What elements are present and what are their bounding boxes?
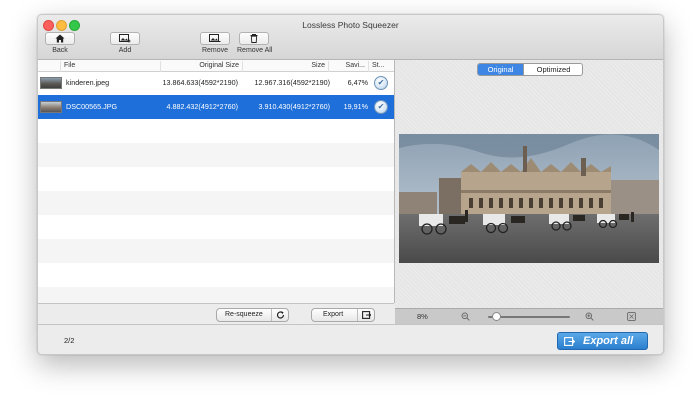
empty-row (38, 239, 394, 263)
new-size: 3.910.430(4912*2760) (258, 102, 330, 111)
resqueeze-label: Re-squeeze (225, 311, 263, 318)
thumbnail-image (40, 101, 62, 113)
resqueeze-button[interactable]: Re-squeeze (216, 308, 289, 322)
add-button[interactable] (110, 32, 140, 45)
back-label: Back (52, 47, 68, 54)
checkmark-icon: ✔ (374, 76, 388, 90)
zoom-bar: 8% (395, 308, 663, 325)
home-icon (55, 34, 65, 43)
title-bar: Lossless Photo Squeezer Back Add Remove … (38, 15, 663, 60)
refresh-icon (271, 309, 288, 321)
remove-button[interactable] (200, 32, 230, 45)
window-title: Lossless Photo Squeezer (302, 20, 399, 30)
original-size: 13.864.633(4592*2190) (162, 78, 238, 87)
remove-all-tool[interactable]: Remove All (237, 32, 273, 54)
zoom-out-icon[interactable] (461, 312, 470, 321)
add-tool[interactable]: Add (109, 32, 141, 54)
export-button[interactable]: Export (311, 308, 375, 322)
export-all-icon (564, 337, 575, 346)
remove-all-button[interactable] (239, 32, 269, 45)
export-all-label: Export all (583, 335, 634, 347)
fit-to-window-icon[interactable] (627, 312, 636, 321)
thumbnail-image (40, 77, 62, 89)
add-photo-icon (119, 34, 131, 43)
add-label: Add (118, 47, 132, 54)
table-row[interactable]: DSC00565.JPG 4.882.432(4912*2760) 3.910.… (38, 95, 394, 119)
savings-value: 6,47% (347, 78, 368, 87)
export-label: Export (323, 311, 344, 318)
checkmark-icon: ✔ (374, 100, 388, 114)
empty-row (38, 287, 394, 303)
preview-mode-toggle: Original Optimized (477, 63, 583, 76)
trash-icon (250, 34, 258, 43)
remove-tool[interactable]: Remove (200, 32, 230, 54)
tab-original[interactable]: Original (478, 64, 523, 75)
empty-row (38, 263, 394, 287)
back-button[interactable] (45, 32, 75, 45)
original-size: 4.882.432(4912*2760) (166, 102, 238, 111)
file-table: File Original Size Size Savi... St... ki… (38, 60, 395, 303)
zoom-slider[interactable] (488, 312, 570, 321)
file-name: kinderen.jpeg (66, 78, 110, 87)
back-tool[interactable]: Back (45, 32, 75, 54)
new-size: 12.967.316(4592*2190) (254, 78, 330, 87)
file-count: 2/2 (64, 336, 75, 345)
table-row[interactable]: kinderen.jpeg 13.864.633(4592*2190) 12.9… (38, 71, 394, 95)
preview-image (399, 134, 659, 263)
export-icon (357, 309, 374, 321)
preview-pane: Original Optimized 8% (395, 60, 663, 325)
empty-row (38, 215, 394, 239)
app-window: Lossless Photo Squeezer Back Add Remove … (37, 14, 664, 355)
export-all-button[interactable]: Export all (557, 332, 648, 350)
empty-row (38, 167, 394, 191)
zoom-in-icon[interactable] (585, 312, 594, 321)
remove-all-label: Remove All (237, 47, 273, 54)
zoom-slider-handle[interactable] (491, 312, 501, 321)
list-action-bar: Re-squeeze Export (38, 303, 394, 325)
zoom-percentage: 8% (417, 312, 428, 321)
tab-optimized[interactable]: Optimized (523, 64, 582, 75)
status-footer: 2/2 Export all (38, 324, 663, 354)
empty-row (38, 119, 394, 143)
remove-label: Remove (201, 47, 229, 54)
savings-value: 19,91% (343, 102, 368, 111)
empty-row (38, 143, 394, 167)
empty-row (38, 191, 394, 215)
file-name: DSC00565.JPG (66, 102, 118, 111)
remove-photo-icon (209, 34, 221, 42)
